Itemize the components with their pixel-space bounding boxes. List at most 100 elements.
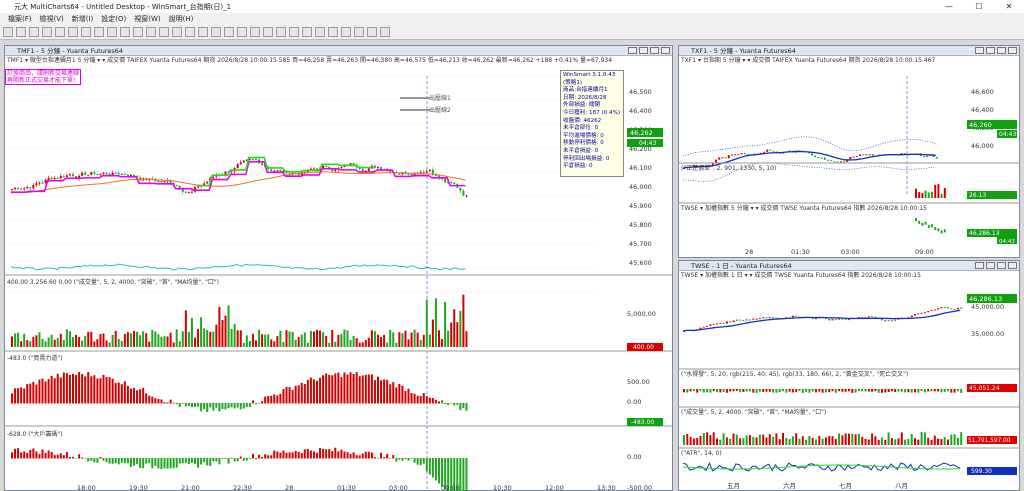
toolbar-button[interactable] (146, 26, 156, 37)
toolbar-button[interactable] (263, 26, 273, 37)
force-bar (84, 376, 87, 404)
toolbar-button[interactable] (29, 26, 39, 37)
window-close-icon[interactable] (1008, 47, 1017, 54)
candle-body (114, 172, 117, 174)
window-title[interactable]: TMF1 - 5 分鐘 - Yuanta Futures64 (5, 46, 672, 56)
cross-bar (867, 389, 870, 392)
volume-bar (276, 336, 279, 347)
basis-bar (924, 190, 927, 198)
close-button[interactable]: ✕ (994, 0, 1024, 13)
big-holder-bar (404, 458, 407, 460)
window-max-icon[interactable] (997, 47, 1006, 54)
toolbar-button[interactable] (380, 26, 390, 37)
toolbar-button[interactable] (354, 26, 364, 37)
volume-bar (791, 436, 794, 445)
toolbar-button[interactable] (107, 26, 117, 37)
window-min-icon[interactable] (986, 47, 995, 54)
toolbar-button[interactable] (250, 26, 260, 37)
window-min-icon[interactable] (986, 262, 995, 269)
candle-body (881, 318, 883, 321)
menu-view[interactable]: 檢視(V) (40, 14, 64, 24)
menu-insert[interactable]: 新增(I) (72, 14, 94, 24)
menu-settings[interactable]: 設定(O) (101, 14, 126, 24)
candle-body (956, 307, 959, 310)
toolbar-button[interactable] (3, 26, 13, 37)
force-bar (459, 403, 462, 411)
candle-body (709, 324, 712, 326)
volume-bar (729, 438, 732, 445)
volume-bar (857, 433, 860, 445)
window-max-icon[interactable] (650, 47, 659, 54)
toolbar-button[interactable] (237, 26, 247, 37)
toolbar-button[interactable] (55, 26, 65, 37)
big-holder-bar (328, 449, 331, 459)
force-bar (316, 380, 318, 404)
toolbar-button[interactable] (42, 26, 52, 37)
price-axis-label: 45,000.00 (971, 303, 1004, 311)
window-title[interactable]: TXF1 - 5 分鐘 - Yuanta Futures64 (679, 46, 1019, 56)
window-menu-icon[interactable] (628, 47, 637, 54)
toolbar-button[interactable] (341, 26, 351, 37)
maximize-button[interactable]: ☐ (964, 0, 994, 13)
candle-body (32, 184, 35, 189)
cross-bar (930, 389, 933, 392)
big-holder-bar (96, 458, 99, 463)
toolbar-button[interactable] (133, 26, 143, 37)
force-bar (75, 374, 78, 404)
toolbar-button[interactable] (224, 26, 234, 37)
cross-bar (943, 389, 946, 392)
volume-bar (285, 330, 288, 347)
toolbar-button[interactable] (211, 26, 221, 37)
toolbar-button[interactable] (172, 26, 182, 37)
force-bar (133, 387, 135, 404)
window-menu-icon[interactable] (975, 47, 984, 54)
big-holder-bar (352, 452, 355, 459)
cross-indicator-label: ("水得發", 5, 20, rgb(215, 40, 45), rgb(33,… (681, 370, 908, 378)
toolbar-button[interactable] (289, 26, 299, 37)
toolbar-button[interactable] (198, 26, 208, 37)
window-menu-icon[interactable] (975, 262, 984, 269)
toolbar-button[interactable] (315, 26, 325, 37)
toolbar-button[interactable] (81, 26, 91, 37)
toolbar-button[interactable] (159, 26, 169, 37)
volume-bar (920, 432, 923, 445)
volume-bar (838, 433, 841, 445)
cross-bar (937, 389, 940, 392)
force-bar (203, 403, 206, 410)
toolbar-button[interactable] (328, 26, 338, 37)
info-line: 未平倉部位: 0 (563, 125, 599, 132)
toolbar-button[interactable] (276, 26, 286, 37)
candle-body (894, 319, 897, 321)
toolbar-button[interactable] (94, 26, 104, 37)
window-close-icon[interactable] (1008, 262, 1017, 269)
volume-bar (805, 439, 808, 445)
volume-bar (438, 330, 440, 347)
cross-bar (828, 389, 831, 393)
menu-file[interactable]: 檔案(F) (8, 14, 32, 24)
toolbar-button[interactable] (367, 26, 377, 37)
window-min-icon[interactable] (639, 47, 648, 54)
twse-candle (927, 224, 930, 228)
window-close-icon[interactable] (661, 47, 670, 54)
big-holder-bar (59, 453, 62, 459)
cross-bar (749, 389, 751, 392)
force-bar (209, 403, 212, 408)
toolbar-button[interactable] (16, 26, 26, 37)
force-bar (120, 384, 123, 404)
candle-body (239, 162, 242, 165)
volume-bar (267, 334, 270, 347)
menu-window[interactable]: 視窗(W) (134, 14, 160, 24)
toolbar-button[interactable] (68, 26, 78, 37)
minimize-button[interactable]: — (934, 0, 964, 13)
big-holder-bar (84, 458, 87, 459)
menu-help[interactable]: 說明(H) (169, 14, 194, 24)
window-max-icon[interactable] (997, 262, 1006, 269)
window-title[interactable]: TWSE - 1 日 - Yuanta Futures64 (679, 261, 1019, 271)
basis-tag-text: 26.13 (969, 192, 986, 199)
force-bar (139, 389, 142, 404)
toolbar-button[interactable] (185, 26, 195, 37)
big-holder-bar (349, 453, 352, 459)
cross-bar (897, 389, 900, 392)
toolbar-button[interactable] (302, 26, 312, 37)
toolbar-button[interactable] (120, 26, 130, 37)
